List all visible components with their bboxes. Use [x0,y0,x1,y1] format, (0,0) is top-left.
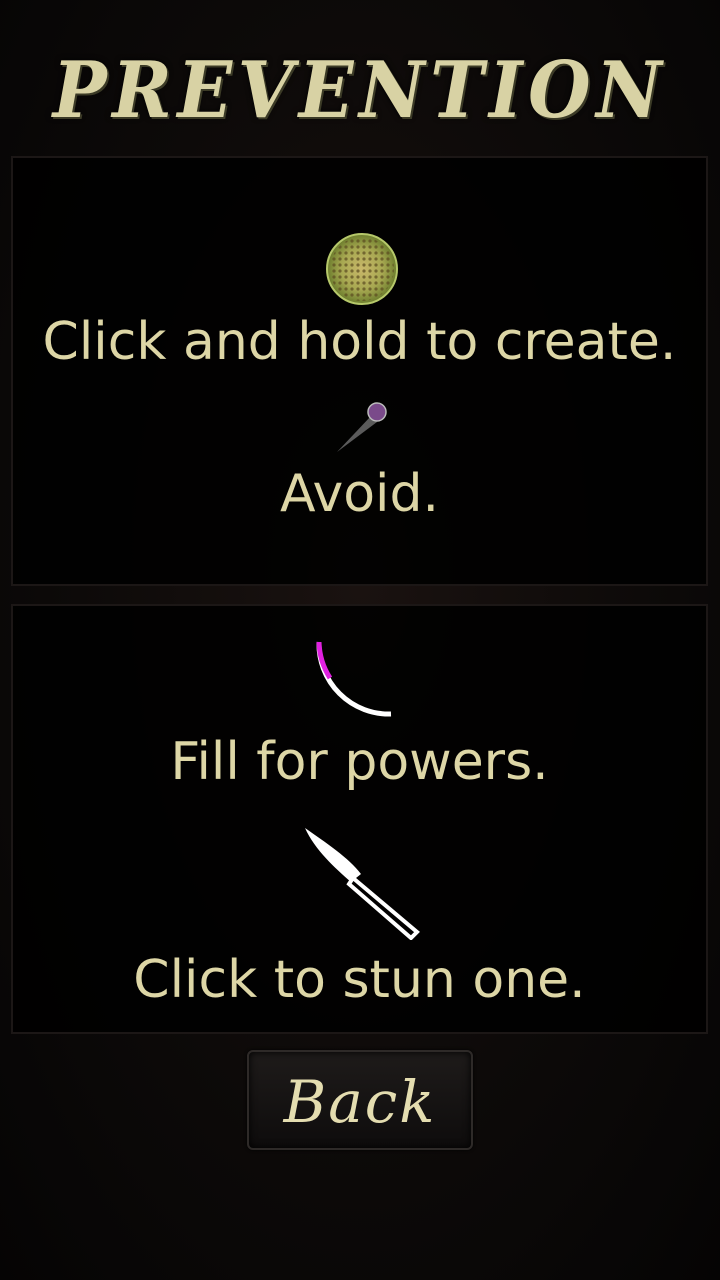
scalpel-icon [305,828,420,940]
page-title: PREVENTION [52,45,668,136]
create-instruction: Click and hold to create. [42,312,677,372]
stun-instruction: Click to stun one. [133,950,586,1010]
instructions-panel-create: Click and hold to create. Avoid. [11,156,708,586]
avoid-instruction: Avoid. [279,464,440,524]
virus-icon [337,402,387,452]
back-button-label: Back [283,1068,437,1136]
powers-instruction: Fill for powers. [170,732,549,792]
back-button[interactable]: Back [247,1050,473,1150]
cell-icon [326,233,398,305]
power-meter-icon [316,641,392,717]
instructions-panel-powers: Fill for powers. Click to stun one. [11,604,708,1034]
